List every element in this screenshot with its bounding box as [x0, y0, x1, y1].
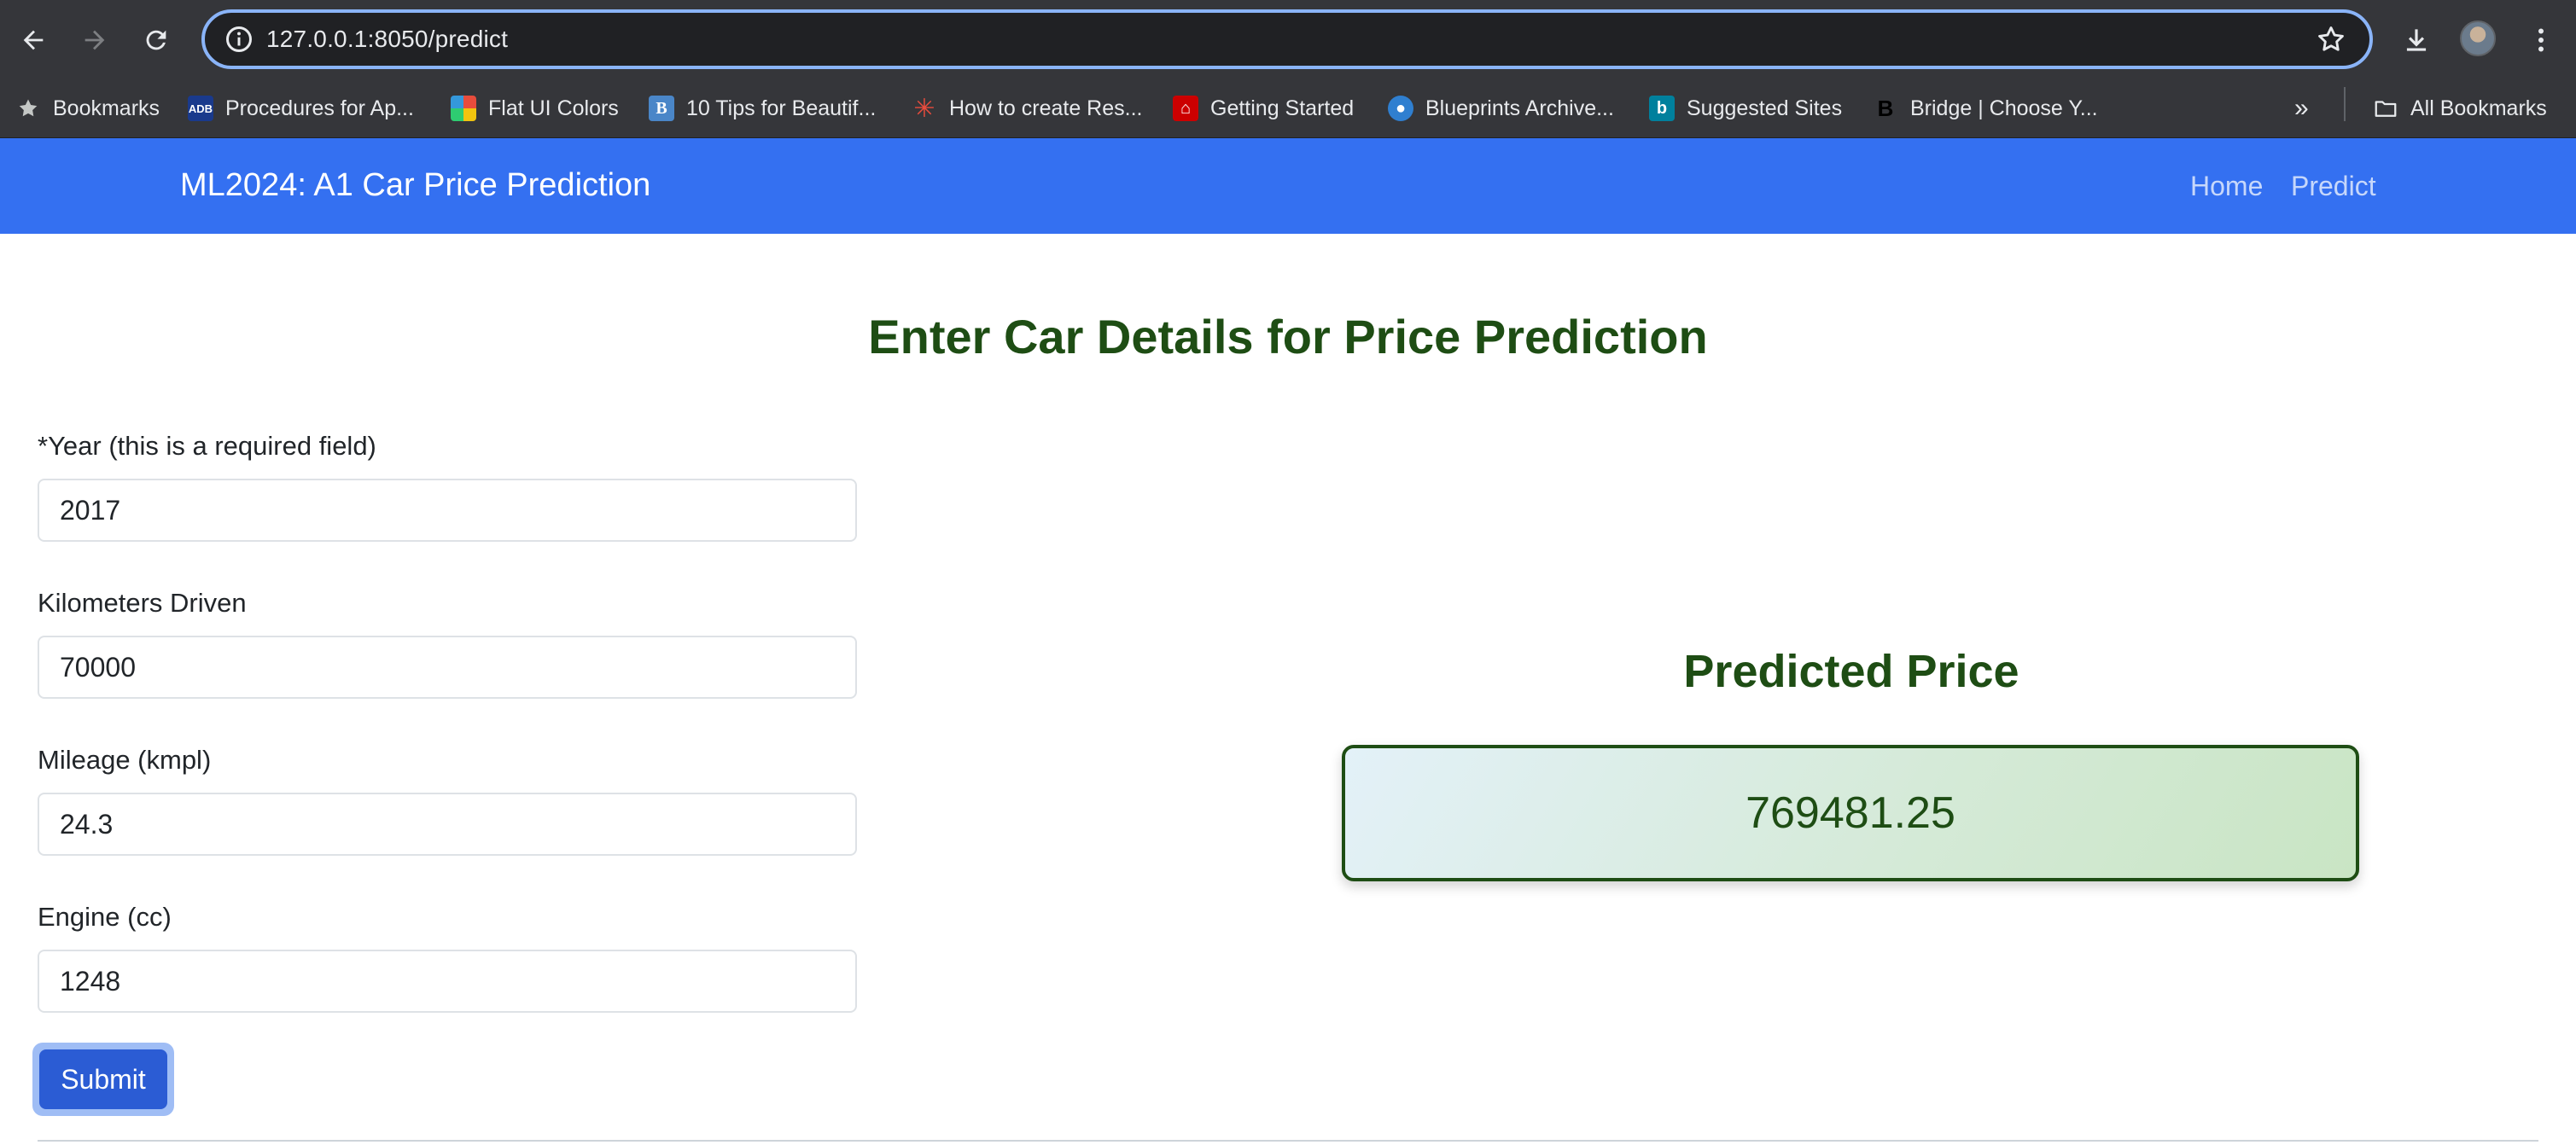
- navbar-brand[interactable]: ML2024: A1 Car Price Prediction: [180, 167, 650, 204]
- engine-input[interactable]: [38, 950, 857, 1013]
- bookmark-star-icon[interactable]: [2315, 23, 2347, 55]
- bookmark-item-getting-started[interactable]: ⌂ Getting Started: [1173, 89, 1354, 128]
- bookmark-item-suggested-sites[interactable]: b Suggested Sites: [1649, 89, 1842, 128]
- bookmark-label: Bridge | Choose Y...: [1910, 96, 2098, 120]
- drop-favicon: ●: [1388, 96, 1413, 121]
- url-text[interactable]: 127.0.0.1:8050/predict: [266, 26, 508, 53]
- bookmark-label: 10 Tips for Beautif...: [686, 96, 877, 120]
- year-input[interactable]: [38, 479, 857, 542]
- kilometers-label: Kilometers Driven: [38, 588, 247, 618]
- bing-favicon: b: [1649, 96, 1675, 121]
- divider: [38, 1140, 2538, 1142]
- star-icon: [15, 96, 41, 121]
- flat-ui-favicon: [451, 96, 476, 121]
- app-navbar: ML2024: A1 Car Price Prediction Home Pre…: [0, 138, 2576, 234]
- predicted-price-heading: Predicted Price: [1683, 646, 2019, 697]
- bookmark-label: Bookmarks: [53, 96, 160, 120]
- bookmark-label: How to create Res...: [949, 96, 1143, 120]
- site-info-icon[interactable]: [224, 24, 254, 55]
- folder-icon: [2373, 96, 2398, 121]
- bridge-favicon: B: [1873, 96, 1898, 121]
- browser-toolbar: 127.0.0.1:8050/predict: [0, 0, 2576, 80]
- bookmark-label: Blueprints Archive...: [1425, 96, 1614, 120]
- overflow-label: »: [2294, 94, 2309, 122]
- bookmark-label: Flat UI Colors: [488, 96, 619, 120]
- bookmark-item-bridge[interactable]: B Bridge | Choose Y...: [1873, 89, 2098, 128]
- nav-link-home[interactable]: Home: [2190, 171, 2263, 202]
- back-arrow-icon[interactable]: [12, 19, 55, 61]
- mileage-input[interactable]: [38, 793, 857, 856]
- bookmark-label: Procedures for Ap...: [225, 96, 414, 120]
- predicted-price-value: 769481.25: [1746, 788, 1955, 838]
- all-bookmarks-label: All Bookmarks: [2410, 96, 2547, 120]
- bookmark-item-how-to-create[interactable]: ✳ How to create Res...: [912, 89, 1142, 128]
- bookmark-item-10-tips[interactable]: B 10 Tips for Beautif...: [649, 89, 876, 128]
- page-title: Enter Car Details for Price Prediction: [868, 310, 1708, 363]
- adb-favicon: ADB: [188, 96, 213, 121]
- profile-avatar[interactable]: [2460, 20, 2496, 56]
- asterisk-favicon: ✳: [913, 94, 935, 123]
- predicted-price-box: 769481.25: [1342, 745, 2359, 881]
- bookmarks-bar: Bookmarks ADB Procedures for Ap... Flat …: [0, 80, 2576, 138]
- reload-icon[interactable]: [135, 19, 178, 61]
- all-bookmarks-button[interactable]: All Bookmarks: [2373, 89, 2547, 128]
- bookmarks-divider: [2344, 87, 2346, 121]
- bookmark-item-procedures[interactable]: ADB Procedures for Ap...: [188, 89, 414, 128]
- submit-button[interactable]: Submit: [39, 1049, 167, 1109]
- engine-label: Engine (cc): [38, 902, 172, 932]
- nav-link-predict[interactable]: Predict: [2291, 171, 2376, 202]
- address-bar[interactable]: 127.0.0.1:8050/predict: [201, 9, 2373, 69]
- bookmarks-overflow-button[interactable]: »: [2294, 89, 2309, 128]
- bookmark-item-flat-ui-colors[interactable]: Flat UI Colors: [451, 89, 619, 128]
- more-menu-icon[interactable]: [2521, 20, 2561, 60]
- bookmark-item-bookmarks[interactable]: Bookmarks: [15, 89, 160, 128]
- download-icon[interactable]: [2397, 20, 2436, 60]
- tips-favicon: B: [649, 96, 674, 121]
- mileage-label: Mileage (kmpl): [38, 745, 212, 775]
- year-label: *Year (this is a required field): [38, 431, 376, 461]
- bookmark-item-blueprints[interactable]: ● Blueprints Archive...: [1388, 89, 1614, 128]
- bookmark-label: Suggested Sites: [1687, 96, 1843, 120]
- bookmark-label: Getting Started: [1210, 96, 1355, 120]
- getting-started-favicon: ⌂: [1173, 96, 1198, 121]
- kilometers-input[interactable]: [38, 636, 857, 699]
- forward-arrow-icon[interactable]: [73, 19, 116, 61]
